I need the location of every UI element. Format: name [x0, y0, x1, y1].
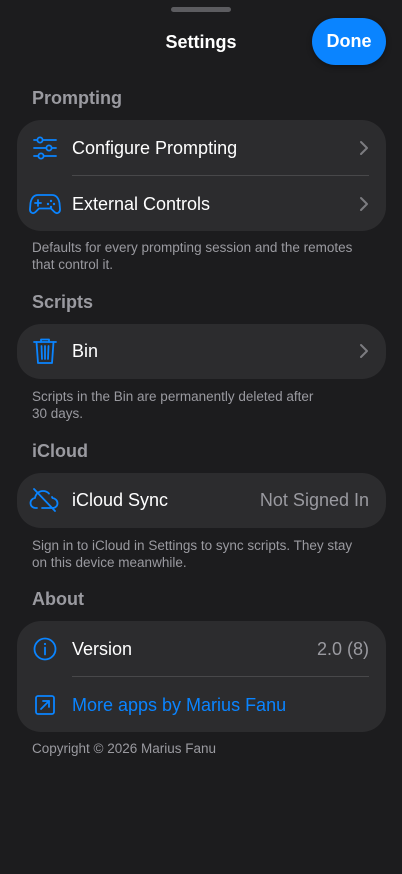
icloud-footer: Sign in to iCloud in Settings to sync sc…	[32, 537, 372, 571]
more-apps-row[interactable]: More apps by Marius Fanu	[17, 677, 386, 732]
section-header-about: About	[32, 589, 84, 609]
icloud-card: iCloud Sync Not Signed In	[17, 473, 386, 528]
info-circle-icon	[31, 635, 59, 663]
external-controls-row[interactable]: External Controls	[17, 176, 386, 231]
section-header-icloud: iCloud	[32, 441, 88, 461]
section-header-scripts: Scripts	[32, 292, 94, 312]
version-label: Version	[72, 639, 133, 659]
scripts-footer-line1: Scripts in the Bin are permanently delet…	[32, 389, 314, 404]
bin-label: Bin	[72, 341, 99, 361]
chevron-right-icon	[360, 197, 368, 211]
icloud-slash-icon	[29, 486, 59, 514]
more-apps-link[interactable]: More apps by Marius Fanu	[72, 677, 286, 732]
icloud-sync-status: Not Signed In	[259, 490, 369, 510]
configure-prompting-row[interactable]: Configure Prompting	[17, 120, 386, 176]
icloud-sync-label: iCloud Sync	[72, 490, 169, 510]
chevron-right-icon	[360, 344, 368, 358]
configure-prompting-label: Configure Prompting	[72, 138, 238, 158]
copyright-text: Copyright © 2026 Marius Fanu	[32, 741, 217, 756]
prompting-footer-line2: that control it.	[32, 257, 114, 272]
icloud-footer-line2: on this device meanwhile.	[32, 555, 187, 570]
version-value: 2.0 (8)	[316, 639, 369, 659]
icloud-footer-line1: Sign in to iCloud in Settings to sync sc…	[32, 538, 353, 553]
sliders-icon	[31, 134, 59, 162]
sheet-grabber[interactable]	[171, 7, 231, 12]
external-link-icon	[31, 691, 59, 719]
bin-row[interactable]: Bin	[17, 324, 386, 379]
prompting-footer-line1: Defaults for every prompting session and…	[32, 240, 353, 255]
done-button[interactable]: Done	[312, 18, 386, 65]
scripts-footer: Scripts in the Bin are permanently delet…	[32, 388, 372, 422]
chevron-right-icon	[360, 141, 368, 155]
section-header-prompting: Prompting	[32, 88, 122, 108]
gamecontroller-icon	[29, 190, 61, 218]
about-card: Version 2.0 (8) More apps by Marius Fanu	[17, 621, 386, 732]
icloud-sync-row[interactable]: iCloud Sync Not Signed In	[17, 473, 386, 528]
trash-icon	[31, 337, 59, 365]
external-controls-label: External Controls	[72, 194, 211, 214]
scripts-card: Bin	[17, 324, 386, 379]
prompting-card: Configure Prompting External Controls	[17, 120, 386, 231]
scripts-footer-line2: 30 days.	[32, 406, 84, 421]
version-row: Version 2.0 (8)	[17, 621, 386, 677]
prompting-footer: Defaults for every prompting session and…	[32, 239, 372, 273]
